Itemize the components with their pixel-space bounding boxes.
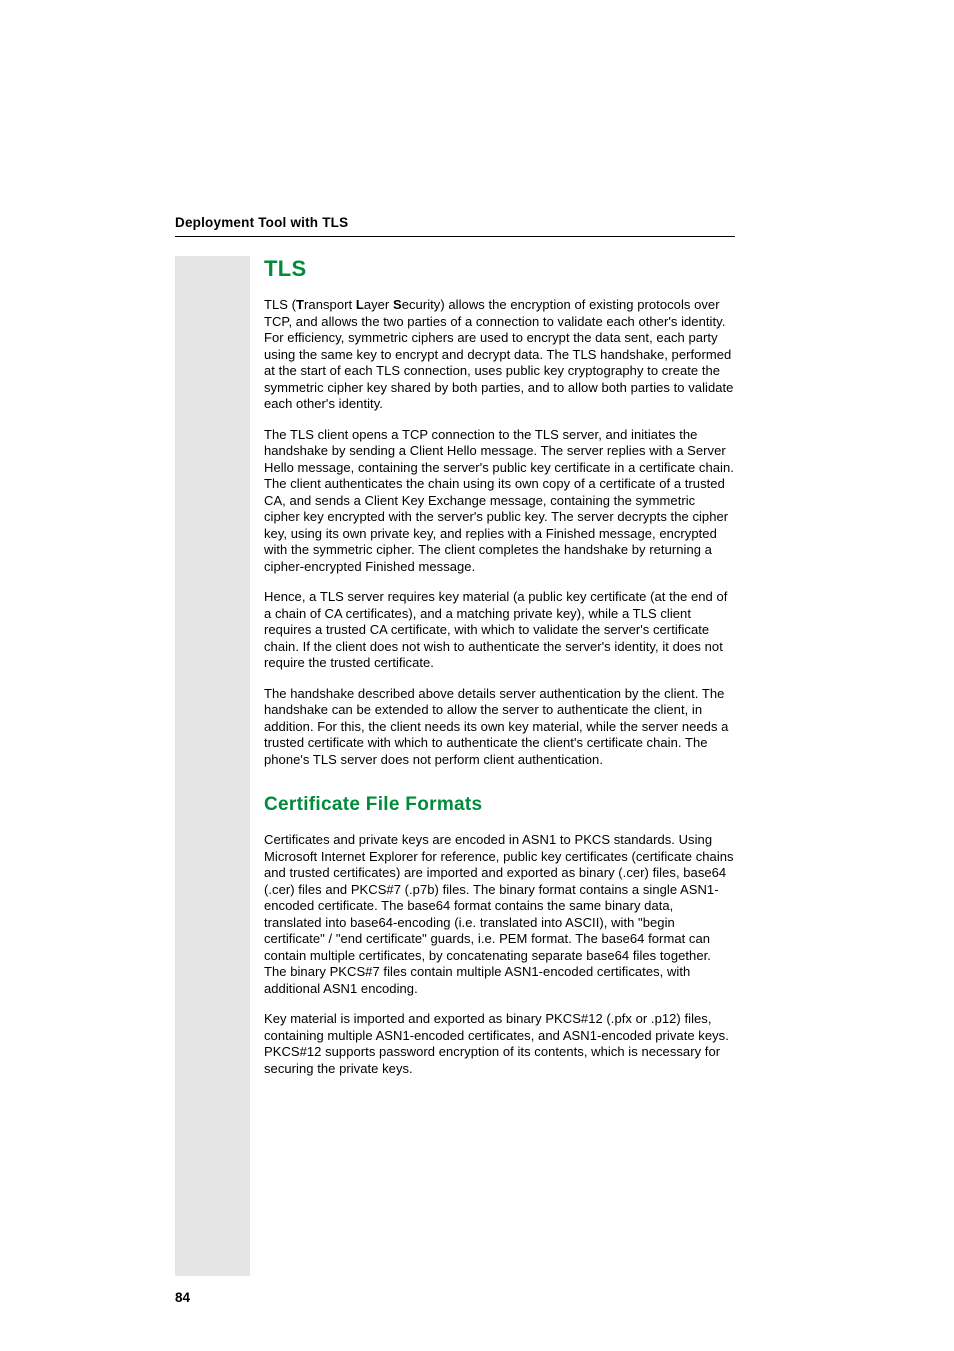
tls-paragraph-2: The TLS client opens a TCP connection to…	[264, 427, 734, 576]
text: ecurity) allows the encryption of existi…	[264, 297, 733, 411]
tls-paragraph-3: Hence, a TLS server requires key materia…	[264, 589, 734, 672]
heading-tls: TLS	[264, 256, 734, 282]
bold-t: T	[296, 297, 304, 312]
cert-paragraph-1: Certificates and private keys are encode…	[264, 832, 734, 997]
tls-paragraph-4: The handshake described above details se…	[264, 686, 734, 769]
heading-certificate-file-formats: Certificate File Formats	[264, 794, 734, 816]
bold-l: L	[356, 297, 364, 312]
page-header: Deployment Tool with TLS	[175, 215, 735, 261]
text: ransport	[304, 297, 356, 312]
bold-s: S	[393, 297, 402, 312]
text: TLS (	[264, 297, 296, 312]
tls-paragraph-1: TLS (Transport Layer Security) allows th…	[264, 297, 734, 413]
header-title: Deployment Tool with TLS	[175, 215, 735, 230]
text: ayer	[364, 297, 393, 312]
cert-paragraph-2: Key material is imported and exported as…	[264, 1011, 734, 1077]
main-content: TLS TLS (Transport Layer Security) allow…	[264, 256, 734, 1091]
header-divider	[175, 236, 735, 237]
page-number: 84	[175, 1290, 190, 1305]
sidebar-shade	[175, 256, 250, 1276]
